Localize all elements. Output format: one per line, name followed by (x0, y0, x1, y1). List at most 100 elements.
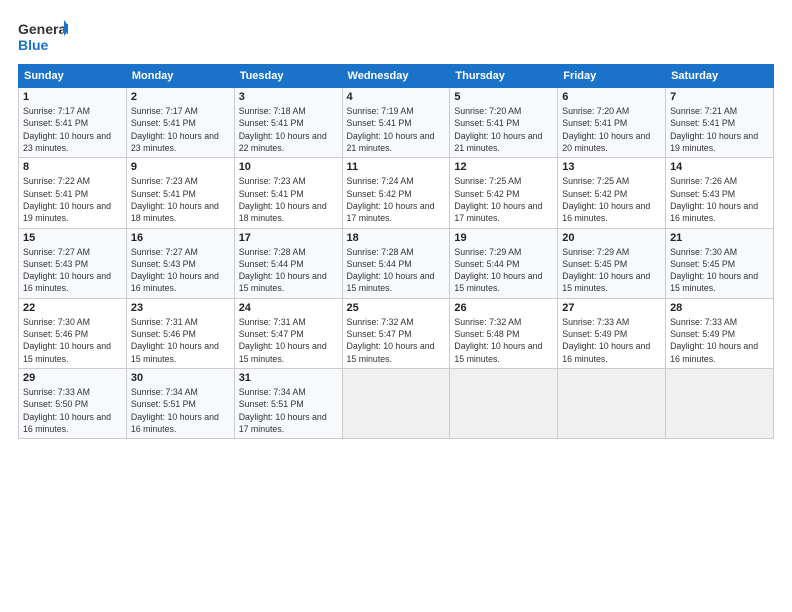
day-detail: Sunrise: 7:33 AMSunset: 5:49 PMDaylight:… (670, 316, 769, 365)
calendar-cell: 12 Sunrise: 7:25 AMSunset: 5:42 PMDaylig… (450, 158, 558, 228)
calendar-cell: 16 Sunrise: 7:27 AMSunset: 5:43 PMDaylig… (126, 228, 234, 298)
calendar-cell: 18 Sunrise: 7:28 AMSunset: 5:44 PMDaylig… (342, 228, 450, 298)
dow-header-thursday: Thursday (450, 65, 558, 88)
day-detail: Sunrise: 7:19 AMSunset: 5:41 PMDaylight:… (347, 105, 446, 154)
calendar-cell: 31 Sunrise: 7:34 AMSunset: 5:51 PMDaylig… (234, 369, 342, 439)
calendar-cell: 11 Sunrise: 7:24 AMSunset: 5:42 PMDaylig… (342, 158, 450, 228)
day-detail: Sunrise: 7:26 AMSunset: 5:43 PMDaylight:… (670, 175, 769, 224)
day-number: 30 (131, 372, 230, 384)
day-number: 29 (23, 372, 122, 384)
day-detail: Sunrise: 7:18 AMSunset: 5:41 PMDaylight:… (239, 105, 338, 154)
day-detail: Sunrise: 7:28 AMSunset: 5:44 PMDaylight:… (347, 246, 446, 295)
day-detail: Sunrise: 7:25 AMSunset: 5:42 PMDaylight:… (454, 175, 553, 224)
page: General Blue SundayMondayTuesdayWednesda… (0, 0, 792, 449)
calendar-cell: 9 Sunrise: 7:23 AMSunset: 5:41 PMDayligh… (126, 158, 234, 228)
day-number: 21 (670, 232, 769, 244)
day-number: 25 (347, 302, 446, 314)
dow-header-monday: Monday (126, 65, 234, 88)
day-number: 31 (239, 372, 338, 384)
calendar-cell: 15 Sunrise: 7:27 AMSunset: 5:43 PMDaylig… (19, 228, 127, 298)
day-detail: Sunrise: 7:23 AMSunset: 5:41 PMDaylight:… (131, 175, 230, 224)
day-number: 19 (454, 232, 553, 244)
day-detail: Sunrise: 7:30 AMSunset: 5:45 PMDaylight:… (670, 246, 769, 295)
day-detail: Sunrise: 7:30 AMSunset: 5:46 PMDaylight:… (23, 316, 122, 365)
day-number: 9 (131, 161, 230, 173)
day-number: 14 (670, 161, 769, 173)
day-number: 5 (454, 91, 553, 103)
day-number: 17 (239, 232, 338, 244)
calendar-cell: 27 Sunrise: 7:33 AMSunset: 5:49 PMDaylig… (558, 298, 666, 368)
calendar-cell: 19 Sunrise: 7:29 AMSunset: 5:44 PMDaylig… (450, 228, 558, 298)
calendar-cell: 30 Sunrise: 7:34 AMSunset: 5:51 PMDaylig… (126, 369, 234, 439)
day-detail: Sunrise: 7:17 AMSunset: 5:41 PMDaylight:… (23, 105, 122, 154)
calendar-cell: 26 Sunrise: 7:32 AMSunset: 5:48 PMDaylig… (450, 298, 558, 368)
calendar-cell (666, 369, 774, 439)
header-row: General Blue (18, 18, 774, 54)
day-detail: Sunrise: 7:20 AMSunset: 5:41 PMDaylight:… (454, 105, 553, 154)
day-detail: Sunrise: 7:20 AMSunset: 5:41 PMDaylight:… (562, 105, 661, 154)
calendar-cell: 28 Sunrise: 7:33 AMSunset: 5:49 PMDaylig… (666, 298, 774, 368)
calendar-cell: 5 Sunrise: 7:20 AMSunset: 5:41 PMDayligh… (450, 88, 558, 158)
day-detail: Sunrise: 7:27 AMSunset: 5:43 PMDaylight:… (131, 246, 230, 295)
calendar-cell: 29 Sunrise: 7:33 AMSunset: 5:50 PMDaylig… (19, 369, 127, 439)
day-detail: Sunrise: 7:34 AMSunset: 5:51 PMDaylight:… (239, 386, 338, 435)
calendar-cell: 13 Sunrise: 7:25 AMSunset: 5:42 PMDaylig… (558, 158, 666, 228)
calendar-cell: 17 Sunrise: 7:28 AMSunset: 5:44 PMDaylig… (234, 228, 342, 298)
day-number: 3 (239, 91, 338, 103)
day-number: 20 (562, 232, 661, 244)
day-detail: Sunrise: 7:22 AMSunset: 5:41 PMDaylight:… (23, 175, 122, 224)
calendar-cell: 2 Sunrise: 7:17 AMSunset: 5:41 PMDayligh… (126, 88, 234, 158)
day-number: 6 (562, 91, 661, 103)
calendar-cell: 20 Sunrise: 7:29 AMSunset: 5:45 PMDaylig… (558, 228, 666, 298)
logo-svg: General Blue (18, 18, 68, 54)
day-detail: Sunrise: 7:32 AMSunset: 5:47 PMDaylight:… (347, 316, 446, 365)
calendar-cell: 3 Sunrise: 7:18 AMSunset: 5:41 PMDayligh… (234, 88, 342, 158)
calendar-cell (342, 369, 450, 439)
dow-header-saturday: Saturday (666, 65, 774, 88)
calendar-cell: 10 Sunrise: 7:23 AMSunset: 5:41 PMDaylig… (234, 158, 342, 228)
svg-text:Blue: Blue (18, 37, 49, 53)
day-detail: Sunrise: 7:21 AMSunset: 5:41 PMDaylight:… (670, 105, 769, 154)
day-detail: Sunrise: 7:34 AMSunset: 5:51 PMDaylight:… (131, 386, 230, 435)
day-number: 23 (131, 302, 230, 314)
dow-header-sunday: Sunday (19, 65, 127, 88)
day-detail: Sunrise: 7:24 AMSunset: 5:42 PMDaylight:… (347, 175, 446, 224)
dow-header-wednesday: Wednesday (342, 65, 450, 88)
day-detail: Sunrise: 7:28 AMSunset: 5:44 PMDaylight:… (239, 246, 338, 295)
day-detail: Sunrise: 7:23 AMSunset: 5:41 PMDaylight:… (239, 175, 338, 224)
day-detail: Sunrise: 7:29 AMSunset: 5:45 PMDaylight:… (562, 246, 661, 295)
day-detail: Sunrise: 7:31 AMSunset: 5:46 PMDaylight:… (131, 316, 230, 365)
day-number: 28 (670, 302, 769, 314)
day-detail: Sunrise: 7:31 AMSunset: 5:47 PMDaylight:… (239, 316, 338, 365)
day-number: 26 (454, 302, 553, 314)
day-number: 22 (23, 302, 122, 314)
day-number: 1 (23, 91, 122, 103)
calendar-cell: 24 Sunrise: 7:31 AMSunset: 5:47 PMDaylig… (234, 298, 342, 368)
day-number: 7 (670, 91, 769, 103)
day-number: 16 (131, 232, 230, 244)
calendar-cell: 21 Sunrise: 7:30 AMSunset: 5:45 PMDaylig… (666, 228, 774, 298)
calendar-cell: 25 Sunrise: 7:32 AMSunset: 5:47 PMDaylig… (342, 298, 450, 368)
day-detail: Sunrise: 7:32 AMSunset: 5:48 PMDaylight:… (454, 316, 553, 365)
day-number: 18 (347, 232, 446, 244)
day-detail: Sunrise: 7:29 AMSunset: 5:44 PMDaylight:… (454, 246, 553, 295)
day-number: 4 (347, 91, 446, 103)
calendar-cell: 4 Sunrise: 7:19 AMSunset: 5:41 PMDayligh… (342, 88, 450, 158)
day-number: 15 (23, 232, 122, 244)
calendar-cell: 6 Sunrise: 7:20 AMSunset: 5:41 PMDayligh… (558, 88, 666, 158)
day-number: 11 (347, 161, 446, 173)
day-number: 13 (562, 161, 661, 173)
calendar-cell (558, 369, 666, 439)
calendar-table: SundayMondayTuesdayWednesdayThursdayFrid… (18, 64, 774, 439)
dow-header-friday: Friday (558, 65, 666, 88)
calendar-cell: 8 Sunrise: 7:22 AMSunset: 5:41 PMDayligh… (19, 158, 127, 228)
dow-header-tuesday: Tuesday (234, 65, 342, 88)
day-detail: Sunrise: 7:25 AMSunset: 5:42 PMDaylight:… (562, 175, 661, 224)
day-number: 12 (454, 161, 553, 173)
day-detail: Sunrise: 7:17 AMSunset: 5:41 PMDaylight:… (131, 105, 230, 154)
day-detail: Sunrise: 7:33 AMSunset: 5:49 PMDaylight:… (562, 316, 661, 365)
calendar-cell: 7 Sunrise: 7:21 AMSunset: 5:41 PMDayligh… (666, 88, 774, 158)
day-detail: Sunrise: 7:33 AMSunset: 5:50 PMDaylight:… (23, 386, 122, 435)
day-number: 24 (239, 302, 338, 314)
svg-text:General: General (18, 21, 68, 37)
